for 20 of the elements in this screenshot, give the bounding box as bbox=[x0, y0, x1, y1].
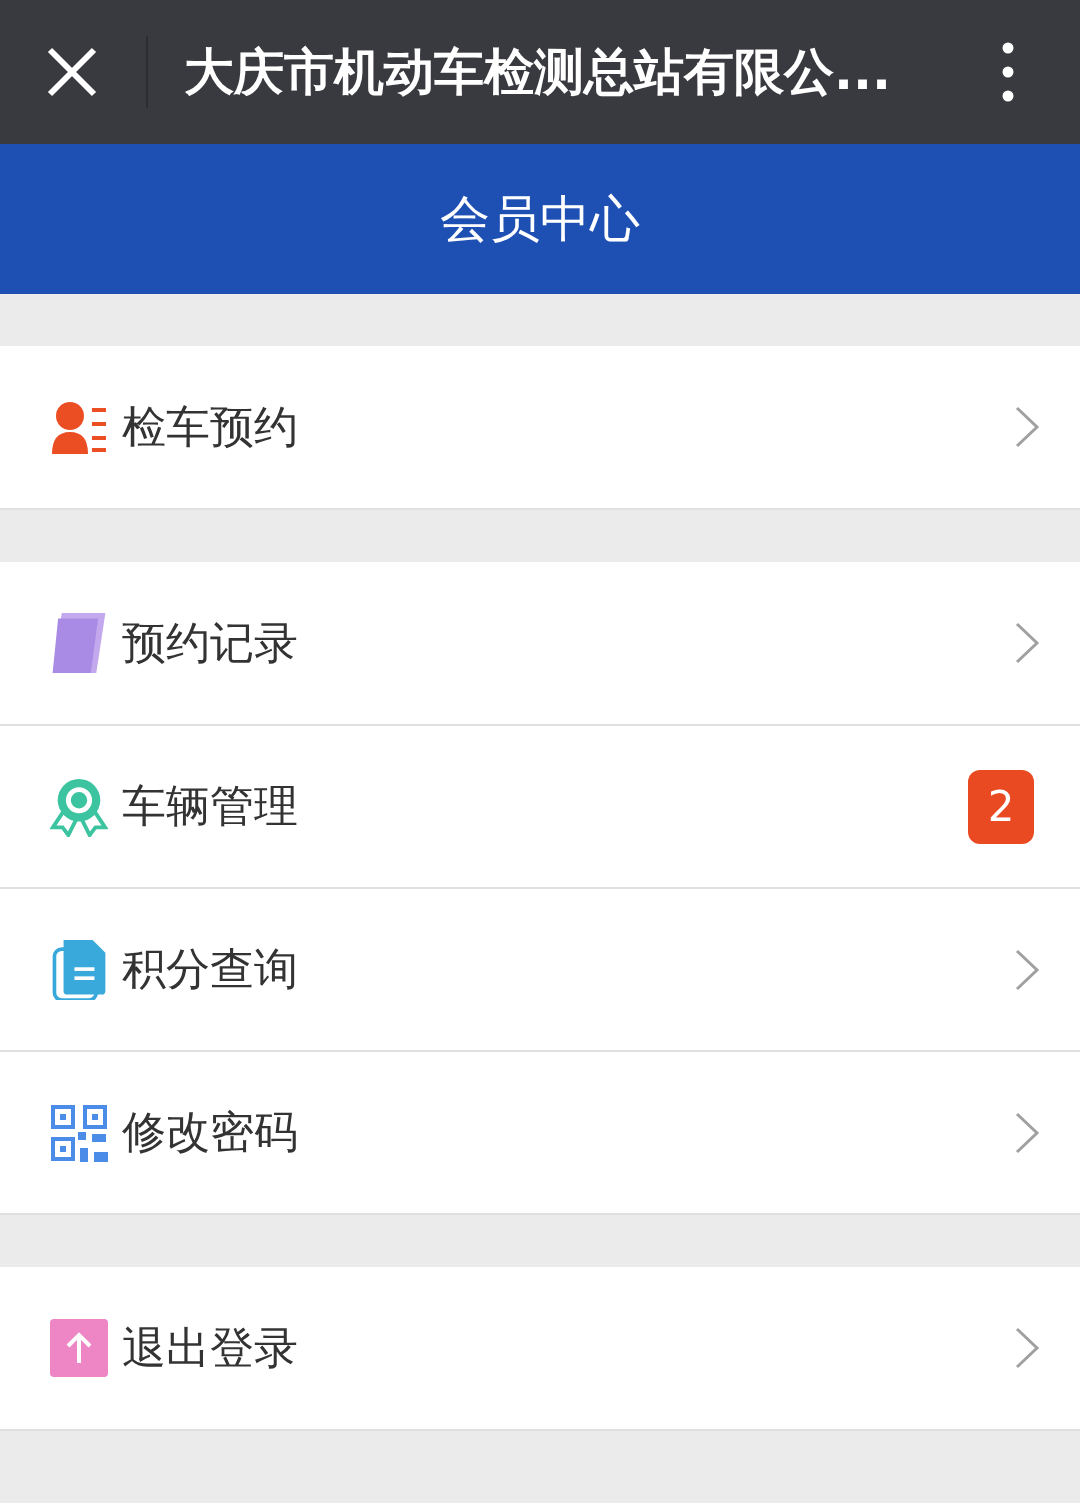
menu-label: 检车预约 bbox=[122, 399, 299, 454]
chevron-icon bbox=[1014, 1110, 1040, 1155]
chevron-icon bbox=[1014, 621, 1040, 665]
header-title: 会员中心 bbox=[440, 188, 640, 250]
page-title: 大庆市机动车检测总站有限公... bbox=[184, 41, 892, 103]
more-icon[interactable] bbox=[1002, 42, 1014, 102]
chevron-icon bbox=[1014, 405, 1040, 449]
count-badge: 2 bbox=[968, 769, 1034, 844]
award-icon bbox=[50, 776, 108, 837]
menu-label: 积分查询 bbox=[122, 942, 299, 996]
document-icon bbox=[50, 939, 108, 1000]
menu-label: 退出登录 bbox=[122, 1320, 299, 1375]
chevron-icon bbox=[1014, 1326, 1040, 1370]
chevron-icon bbox=[1014, 947, 1040, 992]
menu-label: 修改密码 bbox=[122, 1105, 299, 1159]
menu-label: 预约记录 bbox=[122, 615, 299, 670]
documents-icon bbox=[50, 613, 108, 673]
upload-icon bbox=[50, 1318, 108, 1378]
menu-label: 车辆管理 bbox=[122, 779, 299, 833]
qr-code-icon bbox=[50, 1102, 108, 1163]
